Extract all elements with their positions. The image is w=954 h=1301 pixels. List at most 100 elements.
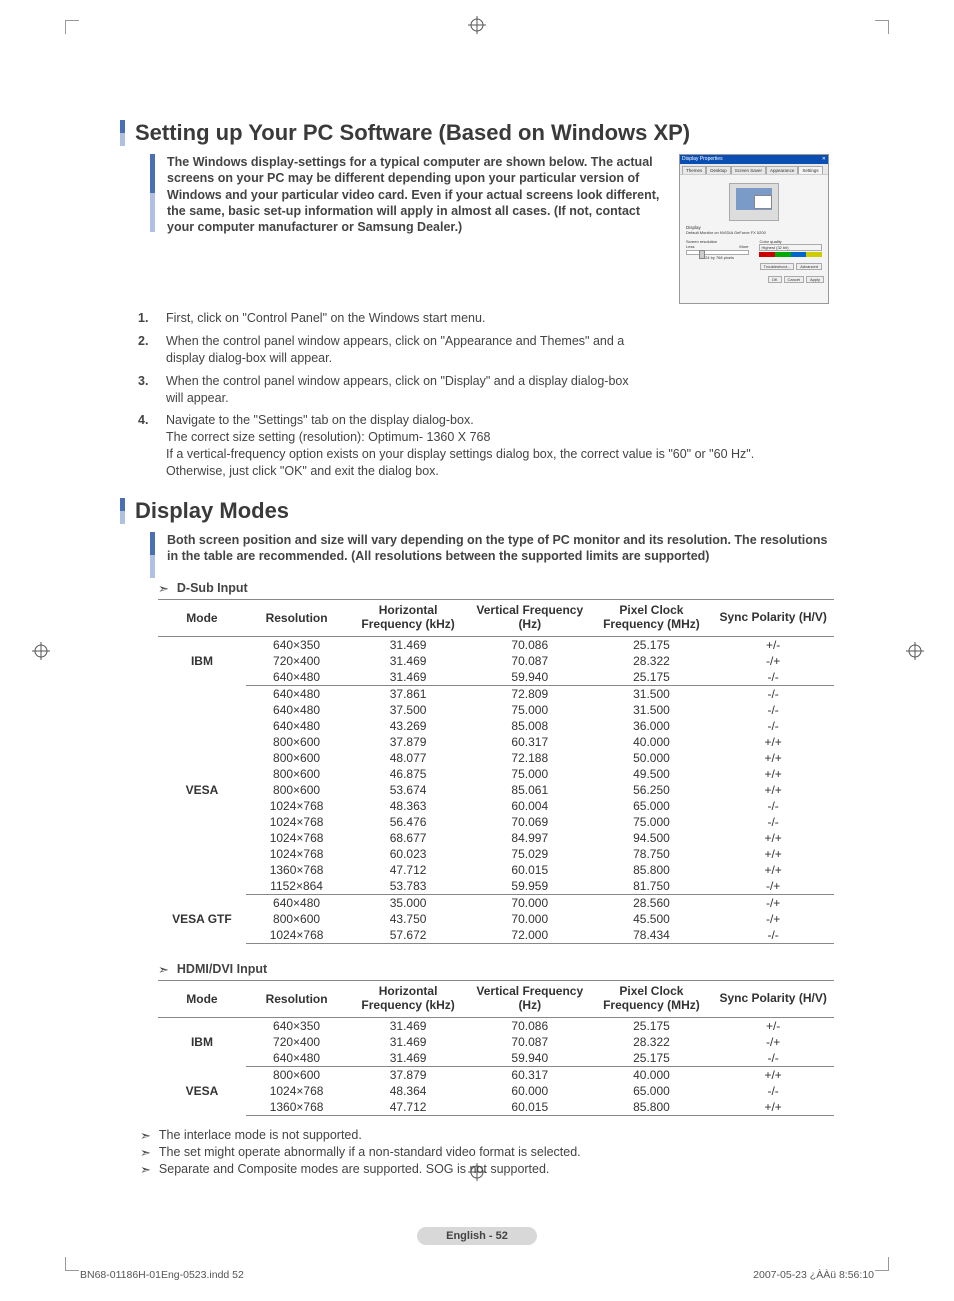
table-cell: 70.087 <box>469 653 591 669</box>
resolution-slider <box>686 250 749 255</box>
table-cell: 70.000 <box>469 894 591 911</box>
table-cell: 47.712 <box>347 1099 469 1116</box>
table-cell: 46.875 <box>347 766 469 782</box>
table-cell: -/- <box>712 702 834 718</box>
th-mode: Mode <box>158 600 246 637</box>
table-cell: 49.500 <box>591 766 713 782</box>
footer-left: BN68-01186H-01Eng-0523.indd 52 <box>80 1269 244 1281</box>
mode-cell: IBM <box>158 1017 246 1066</box>
table-cell: +/+ <box>712 846 834 862</box>
table-cell: 31.469 <box>347 653 469 669</box>
th-sync: Sync Polarity (H/V) <box>712 600 834 637</box>
table-cell: 70.069 <box>469 814 591 830</box>
hdmi-input-label: HDMI/DVI Input <box>177 962 267 976</box>
table-cell: 56.476 <box>347 814 469 830</box>
table-cell: -/- <box>712 927 834 944</box>
table-cell: 35.000 <box>347 894 469 911</box>
res-value: 1024 by 768 pixels <box>686 255 749 260</box>
notes: ➣The interlace mode is not supported.➣Th… <box>120 1128 834 1177</box>
table-cell: 45.500 <box>591 911 713 927</box>
table-cell: 1360×768 <box>246 862 347 878</box>
table-cell: +/+ <box>712 830 834 846</box>
page-content: Setting up Your PC Software (Based on Wi… <box>120 110 834 1201</box>
table-cell: 1024×768 <box>246 1083 347 1099</box>
display-properties-thumbnail: Display Properties ✕ Themes Desktop Scre… <box>679 154 829 304</box>
table-cell: 70.086 <box>469 1017 591 1034</box>
table-cell: 75.000 <box>469 766 591 782</box>
step-item: 4.Navigate to the "Settings" tab on the … <box>138 412 834 480</box>
step-text: When the control panel window appears, c… <box>166 333 646 367</box>
table-cell: 640×480 <box>246 1050 347 1067</box>
table-cell: 800×600 <box>246 1066 347 1083</box>
th-resolution: Resolution <box>246 981 347 1018</box>
troubleshoot-button: Troubleshoot... <box>760 263 795 270</box>
table-cell: 640×480 <box>246 702 347 718</box>
less-label: Less <box>686 244 694 249</box>
crop-marks-bottom <box>0 1241 954 1271</box>
table-cell: 85.061 <box>469 782 591 798</box>
table-cell: 43.750 <box>347 911 469 927</box>
table-cell: 800×600 <box>246 911 347 927</box>
th-pclk: Pixel Clock Frequency (MHz) <box>591 600 713 637</box>
step-number: 3. <box>138 373 156 407</box>
table-cell: 28.322 <box>591 653 713 669</box>
table-cell: 25.175 <box>591 1017 713 1034</box>
display-modes-intro-text: Both screen position and size will vary … <box>167 532 834 565</box>
section-bar-icon <box>120 120 125 146</box>
advanced-button: Advanced <box>796 263 822 270</box>
table-cell: 78.750 <box>591 846 713 862</box>
registration-mark-icon <box>906 642 924 660</box>
table-cell: 1024×768 <box>246 846 347 862</box>
table-cell: 31.500 <box>591 685 713 702</box>
table-cell: 28.322 <box>591 1034 713 1050</box>
dialog-tab-active: Settings <box>798 166 822 174</box>
step-text: When the control panel window appears, c… <box>166 373 646 407</box>
arrow-icon: ➣ <box>140 1146 151 1160</box>
th-vfreq: Vertical Frequency (Hz) <box>469 981 591 1018</box>
footer-right: 2007-05-23 ¿ÀÀü 8:56:10 <box>753 1269 874 1281</box>
table-cell: 85.800 <box>591 1099 713 1116</box>
table-cell: +/+ <box>712 862 834 878</box>
more-label: More <box>739 244 748 249</box>
table-cell: 31.469 <box>347 1017 469 1034</box>
note-line: ➣Separate and Composite modes are suppor… <box>140 1162 834 1176</box>
table-cell: 36.000 <box>591 718 713 734</box>
step-item: 2.When the control panel window appears,… <box>138 333 834 367</box>
table-cell: -/+ <box>712 911 834 927</box>
table-cell: 75.029 <box>469 846 591 862</box>
display-value: Default Monitor on NVIDIA GeForce FX 520… <box>686 230 822 235</box>
table-cell: 800×600 <box>246 766 347 782</box>
table-cell: 48.364 <box>347 1083 469 1099</box>
table-cell: 640×480 <box>246 718 347 734</box>
intro-bar-icon <box>150 532 155 578</box>
table-cell: 70.086 <box>469 636 591 653</box>
table-cell: 56.250 <box>591 782 713 798</box>
intro-text: The Windows display-settings for a typic… <box>167 154 667 235</box>
table-cell: 70.087 <box>469 1034 591 1050</box>
table-cell: 59.940 <box>469 1050 591 1067</box>
table-cell: 94.500 <box>591 830 713 846</box>
table-cell: 48.077 <box>347 750 469 766</box>
color-bar-icon <box>759 252 822 257</box>
table-cell: 50.000 <box>591 750 713 766</box>
footer: BN68-01186H-01Eng-0523.indd 52 2007-05-2… <box>80 1269 874 1281</box>
table-cell: 40.000 <box>591 734 713 750</box>
dsub-table: Mode Resolution Horizontal Frequency (kH… <box>158 599 834 944</box>
table-cell: +/+ <box>712 1066 834 1083</box>
table-cell: 1024×768 <box>246 927 347 944</box>
table-cell: 81.750 <box>591 878 713 895</box>
table-cell: 25.175 <box>591 636 713 653</box>
dialog-tabs: Themes Desktop Screen Saver Appearance S… <box>680 164 828 175</box>
table-cell: 75.000 <box>469 702 591 718</box>
table-cell: 37.879 <box>347 1066 469 1083</box>
section-header-setup: Setting up Your PC Software (Based on Wi… <box>120 120 834 146</box>
th-pclk: Pixel Clock Frequency (MHz) <box>591 981 713 1018</box>
table-cell: -/- <box>712 814 834 830</box>
table-cell: 640×480 <box>246 894 347 911</box>
table-cell: 800×600 <box>246 782 347 798</box>
mode-cell: VESA GTF <box>158 894 246 943</box>
table-cell: 640×480 <box>246 685 347 702</box>
table-cell: 28.560 <box>591 894 713 911</box>
registration-mark-icon <box>32 642 50 660</box>
th-vfreq: Vertical Frequency (Hz) <box>469 600 591 637</box>
